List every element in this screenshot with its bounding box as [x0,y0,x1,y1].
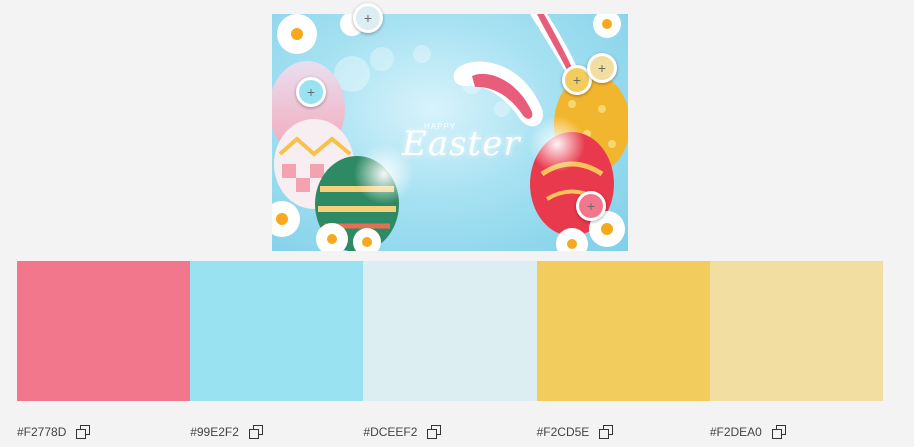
image-title: Easter [402,124,521,164]
swatch-5[interactable] [709,261,884,401]
plus-icon: + [363,10,373,26]
copy-icon[interactable] [427,425,442,439]
hex-code: #F2CD5E [536,425,590,439]
hex-code: #F2778D [17,425,67,439]
swatch-3[interactable] [363,261,537,401]
palette-swatches [17,261,884,401]
plus-icon: + [597,60,607,76]
swatch-label-3: #DCEEF2 [363,421,536,443]
copy-icon[interactable] [76,425,91,439]
color-picker-handle-5[interactable]: + [587,53,617,83]
copy-icon[interactable] [771,425,786,439]
hex-code: #DCEEF2 [363,425,418,439]
hex-code: #F2DEA0 [709,425,762,439]
swatch-label-1: #F2778D [17,421,190,443]
plus-icon: + [306,84,316,100]
palette-labels: #F2778D #99E2F2 #DCEEF2 #F2CD5E #F2DEA0 [17,421,883,443]
swatch-label-5: #F2DEA0 [710,421,883,443]
copy-icon[interactable] [248,425,263,439]
copy-icon[interactable] [599,425,614,439]
swatch-2[interactable] [190,261,364,401]
swatch-4[interactable] [536,261,710,401]
color-picker-handle-3[interactable]: + [353,3,383,33]
color-picker-handle-1[interactable]: + [576,191,606,221]
plus-icon: + [586,198,596,214]
source-image: HAPPY Easter [272,14,628,251]
hex-code: #99E2F2 [190,425,239,439]
swatch-label-2: #99E2F2 [190,421,363,443]
plus-icon: + [572,72,582,88]
swatch-label-4: #F2CD5E [537,421,710,443]
color-picker-handle-2[interactable]: + [296,77,326,107]
swatch-1[interactable] [17,261,191,401]
